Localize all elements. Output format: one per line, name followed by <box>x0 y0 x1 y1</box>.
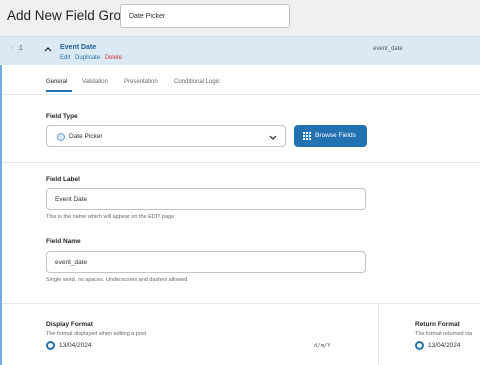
browse-fields-label: Browse Fields <box>315 132 356 139</box>
page-title: Add New Field Group <box>7 8 137 23</box>
field-name-input[interactable]: event_date <box>46 251 366 273</box>
field-name-label: Field Name <box>46 238 81 245</box>
tab-conditional-logic[interactable]: Conditional Logic <box>174 79 220 85</box>
field-label-section: Field Label Event Date This is the name … <box>2 163 480 304</box>
format-divider <box>378 304 379 365</box>
field-group-title-input[interactable] <box>120 4 290 28</box>
row-actions: Edit Duplicate Delete <box>60 55 125 61</box>
page-header: Add New Field Group <box>0 0 480 34</box>
field-label-value: Event Date <box>55 196 88 203</box>
display-format-option[interactable]: 13/04/2024 <box>59 342 92 349</box>
field-row[interactable]: ⋮⋮ 1 Event Date Edit Duplicate Delete ev… <box>0 36 480 65</box>
display-format-code: d/m/Y <box>314 343 331 349</box>
field-type-label: Field Type <box>46 113 78 120</box>
format-section: Display Format The format displayed when… <box>2 304 480 365</box>
duplicate-link[interactable]: Duplicate <box>75 55 100 61</box>
delete-link[interactable]: Delete <box>105 55 122 61</box>
field-settings: General Validation Presentation Conditio… <box>0 65 480 365</box>
field-label-input[interactable]: Event Date <box>46 188 366 210</box>
field-label-label: Field Label <box>46 176 80 183</box>
display-format-radio-icon[interactable] <box>46 341 55 350</box>
return-format-label: Return Format <box>415 321 460 328</box>
field-row-name: event_date <box>373 46 403 52</box>
field-order: 1 <box>19 45 23 52</box>
active-tab-indicator <box>46 90 72 92</box>
return-format-option[interactable]: 13/04/2024 <box>428 342 461 349</box>
field-type-section: Field Type Date Picker Browse Fields <box>2 95 480 163</box>
date-picker-icon <box>57 133 65 141</box>
chevron-up-icon[interactable] <box>44 46 52 52</box>
browse-fields-button[interactable]: Browse Fields <box>294 125 367 147</box>
return-format-help: The format returned via <box>415 331 473 337</box>
field-type-select[interactable]: Date Picker <box>46 125 286 147</box>
field-name-value: event_date <box>55 259 88 266</box>
field-name-help: Single word, no spaces. Underscores and … <box>46 277 188 283</box>
field-row-label[interactable]: Event Date <box>60 44 96 51</box>
grid-icon <box>303 132 311 140</box>
tab-presentation[interactable]: Presentation <box>124 79 158 85</box>
tab-validation[interactable]: Validation <box>82 79 108 85</box>
field-label-help: This is the name which will appear on th… <box>46 214 175 220</box>
display-format-label: Display Format <box>46 321 93 328</box>
return-format-radio-icon[interactable] <box>415 341 424 350</box>
fields-panel: ⋮⋮ 1 Event Date Edit Duplicate Delete ev… <box>0 36 480 365</box>
chevron-down-icon <box>269 135 277 140</box>
field-type-value: Date Picker <box>69 133 103 140</box>
display-format-help: The format displayed when editing a post <box>46 331 147 337</box>
edit-link[interactable]: Edit <box>60 55 70 61</box>
tab-general[interactable]: General <box>46 79 67 85</box>
settings-tabs: General Validation Presentation Conditio… <box>2 65 480 95</box>
